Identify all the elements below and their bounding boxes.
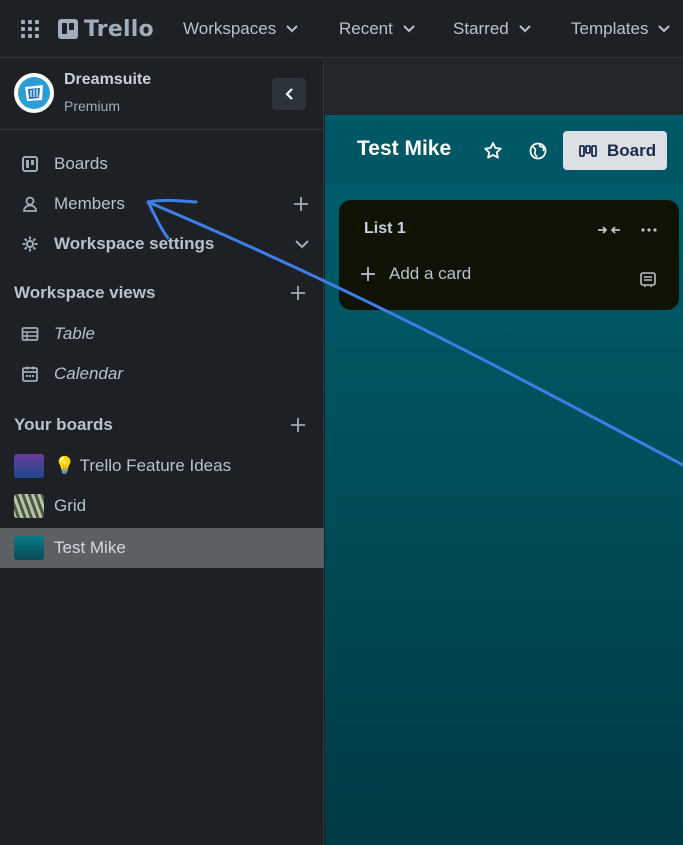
nav-recent-menu[interactable]: Recent (339, 16, 415, 42)
table-icon (21, 327, 39, 341)
list-title[interactable]: List 1 (364, 220, 406, 238)
sidebar-item-boards[interactable]: Boards (0, 144, 324, 184)
sidebar-view-label: Table (54, 324, 95, 343)
your-boards-heading: Your boards (14, 415, 113, 434)
board-top-strip (325, 59, 683, 115)
collapse-sidebar-button[interactable] (272, 78, 306, 110)
sidebar-item-label: Members (54, 194, 125, 213)
workspace-name: Dreamsuite (64, 71, 152, 88)
sidebar-board-label: Test Mike (54, 538, 126, 557)
sidebar-board-trello-feature-ideas[interactable]: 💡 Trello Feature Ideas (0, 446, 324, 486)
chevron-left-icon (285, 88, 293, 100)
add-member-plus-icon[interactable] (292, 195, 310, 213)
sidebar-board-label: 💡 Trello Feature Ideas (54, 456, 232, 475)
board-title[interactable]: Test Mike (357, 137, 451, 161)
board-icon (22, 156, 38, 172)
add-board-plus-icon[interactable] (289, 416, 307, 434)
logo-text: Trello (84, 16, 154, 42)
nav-workspaces-menu[interactable]: Workspaces (183, 16, 298, 42)
chevron-down-icon (403, 25, 415, 33)
sidebar-item-workspace-settings[interactable]: Workspace settings (0, 224, 324, 264)
sidebar-item-label: Workspace settings (54, 234, 215, 253)
list-column: List 1 Add a card (339, 200, 679, 310)
sidebar-board-grid[interactable]: Grid (0, 486, 324, 526)
board-view-label: Board (607, 140, 657, 160)
trello-logo-icon (58, 19, 78, 39)
add-card-label: Add a card (389, 264, 472, 283)
top-navigation: Trello Workspaces Recent Starred Templat… (0, 0, 683, 58)
chevron-down-icon (519, 25, 531, 33)
board-view-icon (579, 144, 597, 157)
nav-templates-menu[interactable]: Templates (571, 16, 671, 42)
card-template-icon[interactable] (639, 270, 657, 288)
workspace-avatar[interactable] (14, 73, 54, 113)
board-header: Test Mike Board (325, 115, 683, 185)
workspace-views-heading: Workspace views (14, 283, 156, 302)
add-card-button[interactable]: Add a card (359, 264, 471, 284)
sidebar-view-table[interactable]: Table (0, 314, 324, 354)
chevron-down-icon (658, 25, 671, 33)
gear-icon (22, 236, 38, 252)
workspace-header: Dreamsuite Premium (0, 59, 324, 130)
chevron-down-icon (295, 240, 309, 249)
plus-icon (361, 267, 375, 281)
board-canvas: Test Mike Board List 1 Add a card (325, 115, 683, 845)
sidebar: Dreamsuite Premium Boards Members Worksp… (0, 59, 324, 845)
nav-starred-menu[interactable]: Starred (453, 16, 531, 42)
collapse-list-icon[interactable] (597, 223, 621, 237)
board-view-button[interactable]: Board (563, 131, 667, 170)
board-thumbnail (14, 494, 44, 518)
trello-logo[interactable]: Trello (58, 16, 154, 42)
calendar-icon (22, 366, 38, 382)
nav-templates-label: Templates (571, 19, 649, 38)
sidebar-board-test-mike[interactable]: Test Mike (0, 528, 324, 568)
board-thumbnail (14, 454, 44, 478)
globe-visibility-icon[interactable] (528, 141, 548, 161)
nav-starred-label: Starred (453, 19, 509, 38)
star-icon[interactable] (483, 141, 503, 161)
person-icon (23, 196, 37, 212)
chevron-down-icon (286, 25, 298, 33)
sidebar-view-label: Calendar (54, 364, 123, 383)
nav-workspaces-label: Workspaces (183, 19, 277, 38)
list-menu-ellipsis-icon[interactable] (640, 223, 658, 237)
board-thumbnail (14, 536, 44, 560)
apps-grid-icon[interactable] (20, 19, 40, 39)
workspace-plan: Premium (64, 98, 121, 114)
nav-recent-label: Recent (339, 19, 393, 38)
sidebar-item-members[interactable]: Members (0, 184, 324, 224)
workspace-logo-icon (18, 77, 50, 109)
sidebar-item-label: Boards (54, 154, 108, 173)
sidebar-view-calendar[interactable]: Calendar (0, 354, 324, 394)
add-view-plus-icon[interactable] (289, 284, 307, 302)
sidebar-board-label: Grid (54, 496, 87, 515)
